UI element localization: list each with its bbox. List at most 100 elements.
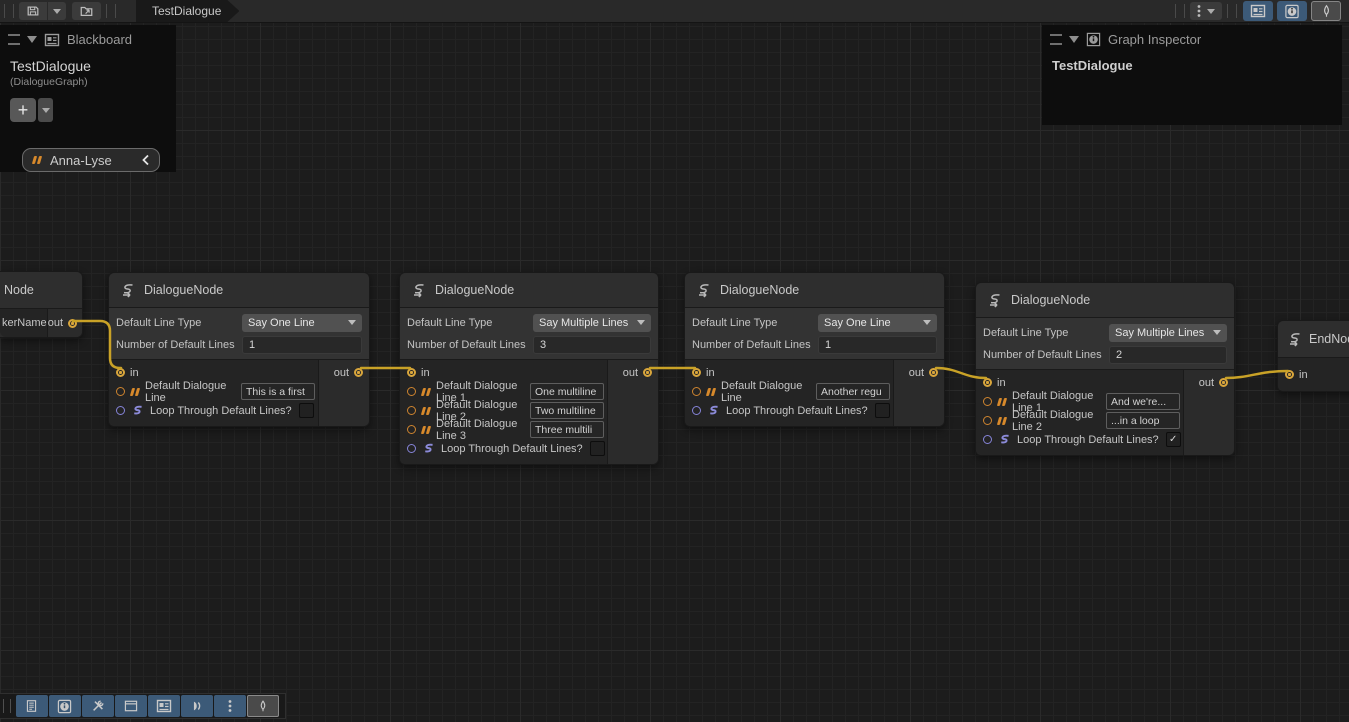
add-property-dropdown-button[interactable] xyxy=(38,98,53,122)
flame-icon xyxy=(1320,4,1333,18)
dialogue-node-1[interactable]: DialogueNode Default Line Type Say One L… xyxy=(108,272,370,427)
kebab-menu-icon xyxy=(1197,4,1201,18)
bool-port[interactable] xyxy=(407,444,416,453)
save-options-button[interactable] xyxy=(48,2,66,20)
toolbar-separator xyxy=(1175,4,1185,18)
input-port[interactable] xyxy=(1285,370,1294,379)
inspector-header[interactable]: Graph Inspector xyxy=(1042,25,1342,52)
save-button[interactable] xyxy=(19,2,47,20)
drag-handle-icon[interactable] xyxy=(8,34,20,45)
loop-icon xyxy=(421,442,436,455)
property-name[interactable]: Anna-Lyse xyxy=(50,153,133,168)
line-count-input[interactable]: 1 xyxy=(818,336,937,354)
output-port[interactable] xyxy=(68,319,77,328)
dialogue-line-input[interactable]: One multiline xyxy=(530,383,604,400)
blackboard-property-anna-lyse[interactable]: Anna-Lyse xyxy=(22,148,160,172)
toggle-tools-button[interactable] xyxy=(82,695,114,717)
start-node[interactable]: Node kerName out xyxy=(0,271,83,338)
flow-icon xyxy=(695,282,712,298)
input-port[interactable] xyxy=(692,368,701,377)
bool-port[interactable] xyxy=(983,435,992,444)
add-property-button[interactable]: + xyxy=(10,98,36,122)
string-port[interactable] xyxy=(407,406,416,415)
transition-icon xyxy=(190,699,204,713)
chevron-down-icon xyxy=(637,320,645,325)
toggle-inspector-button[interactable] xyxy=(49,695,81,717)
drag-handle-icon[interactable] xyxy=(1050,34,1062,45)
line-type-dropdown[interactable]: Say Multiple Lines xyxy=(533,314,651,332)
loop-checkbox[interactable]: ✓ xyxy=(875,403,890,418)
graph-tab[interactable]: TestDialogue xyxy=(136,0,239,22)
dialogue-node-3[interactable]: DialogueNode Default Line Type Say One L… xyxy=(684,272,945,427)
dialogue-line-input[interactable]: ...in a loop xyxy=(1106,412,1180,429)
toggle-blackboard-button[interactable] xyxy=(1243,1,1273,21)
loop-checkbox[interactable]: ✓ xyxy=(299,403,314,418)
port-label: out xyxy=(623,367,638,379)
end-node[interactable]: EndNode in xyxy=(1277,320,1349,392)
port-label: out xyxy=(48,317,63,329)
input-port[interactable] xyxy=(407,368,416,377)
line-type-dropdown[interactable]: Say Multiple Lines xyxy=(1109,324,1227,342)
dialogue-line-input[interactable]: Another regu xyxy=(816,383,890,400)
dialogue-line-input[interactable]: Three multili xyxy=(530,421,604,438)
port-label: in xyxy=(130,367,139,379)
drag-handle-icon[interactable] xyxy=(3,699,11,713)
string-port[interactable] xyxy=(983,416,992,425)
toggle-flame-button[interactable] xyxy=(1311,1,1341,21)
collapse-arrow-icon[interactable] xyxy=(1069,36,1079,43)
save-icon xyxy=(26,4,40,18)
toggle-console-button[interactable] xyxy=(16,695,48,717)
string-port[interactable] xyxy=(983,397,992,406)
toggle-transition-button[interactable] xyxy=(181,695,213,717)
line-type-dropdown[interactable]: Say One Line xyxy=(242,314,362,332)
string-port[interactable] xyxy=(407,425,416,434)
bool-port[interactable] xyxy=(116,406,125,415)
string-port[interactable] xyxy=(116,387,125,396)
port-label: Loop Through Default Lines? xyxy=(150,405,292,417)
bool-port[interactable] xyxy=(692,406,701,415)
line-count-input[interactable]: 3 xyxy=(533,336,651,354)
toggle-inspector-button[interactable] xyxy=(1277,1,1307,21)
dialogue-line-input[interactable]: And we're... xyxy=(1106,393,1180,410)
dialogue-node-4[interactable]: DialogueNode Default Line Type Say Multi… xyxy=(975,282,1235,456)
chevron-down-icon xyxy=(53,9,61,14)
line-type-dropdown[interactable]: Say One Line xyxy=(818,314,937,332)
quote-icon xyxy=(422,407,430,415)
blackboard-graph-name[interactable]: TestDialogue xyxy=(10,58,166,74)
dialogue-line-input[interactable]: This is a first xyxy=(241,383,315,400)
port-label: kerName xyxy=(2,317,47,329)
inspector-title: Graph Inspector xyxy=(1108,32,1201,47)
string-port[interactable] xyxy=(407,387,416,396)
blackboard-icon xyxy=(44,33,60,47)
output-port[interactable] xyxy=(354,368,363,377)
loop-checkbox[interactable]: ✓ xyxy=(1166,432,1181,447)
toggle-flame-button[interactable] xyxy=(247,695,279,717)
output-port[interactable] xyxy=(1219,378,1228,387)
open-graph-button[interactable] xyxy=(72,2,101,20)
output-port[interactable] xyxy=(929,368,938,377)
output-port[interactable] xyxy=(643,368,652,377)
toggle-window-button[interactable] xyxy=(115,695,147,717)
info-icon xyxy=(57,699,72,714)
line-count-input[interactable]: 1 xyxy=(242,336,362,354)
dialogue-line-input[interactable]: Two multiline xyxy=(530,402,604,419)
blackboard-header[interactable]: Blackboard xyxy=(0,25,176,52)
window-icon xyxy=(124,700,138,712)
overflow-menu-button[interactable] xyxy=(214,695,246,717)
input-port[interactable] xyxy=(983,378,992,387)
field-label: Default Line Type xyxy=(692,317,818,329)
loop-checkbox[interactable]: ✓ xyxy=(590,441,605,456)
overflow-menu-button[interactable] xyxy=(1190,2,1222,20)
dialogue-node-2[interactable]: DialogueNode Default Line Type Say Multi… xyxy=(399,272,659,465)
quote-icon xyxy=(998,417,1006,425)
field-label: Number of Default Lines xyxy=(983,349,1109,361)
toggle-blackboard-button[interactable] xyxy=(148,695,180,717)
collapse-arrow-icon[interactable] xyxy=(27,36,37,43)
field-label: Number of Default Lines xyxy=(692,339,818,351)
string-port[interactable] xyxy=(692,387,701,396)
collapse-chevron-icon[interactable] xyxy=(141,154,150,166)
kebab-menu-icon xyxy=(228,699,232,713)
line-count-input[interactable]: 2 xyxy=(1109,346,1227,364)
input-port[interactable] xyxy=(116,368,125,377)
chevron-down-icon xyxy=(1207,9,1215,14)
